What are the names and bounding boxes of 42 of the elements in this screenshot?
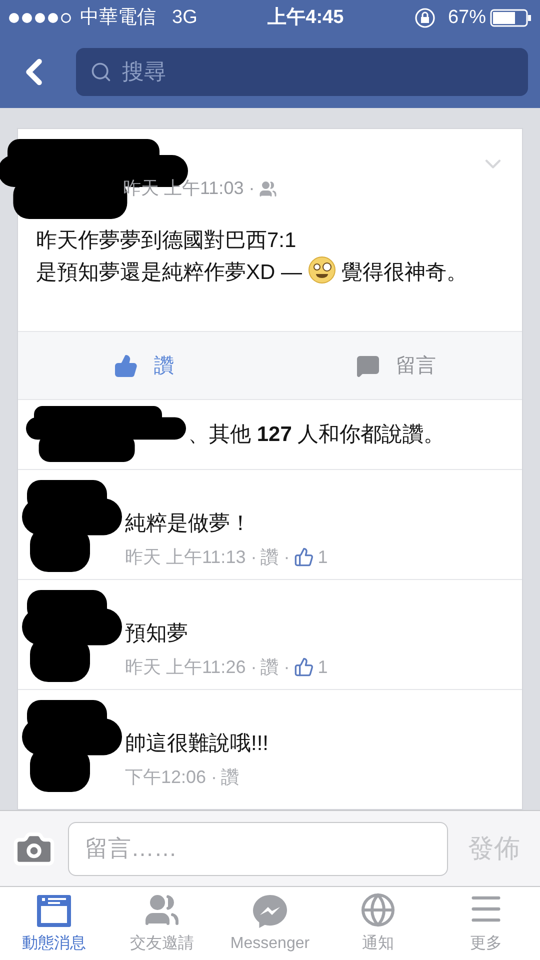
comment-button[interactable]: 留言: [270, 332, 522, 399]
audience-icon: [258, 180, 277, 198]
tab-bar-item[interactable]: 交友邀請: [108, 887, 216, 960]
like-count: 1: [318, 546, 328, 568]
news-feed-icon: [36, 894, 72, 928]
like-link[interactable]: 讚 ·: [260, 544, 290, 570]
tab-bar-item[interactable]: Messenger: [216, 887, 324, 960]
search-icon: [90, 61, 112, 83]
battery-percent: 67%: [448, 6, 486, 30]
thumbs-up-icon: [114, 354, 138, 378]
battery-icon: [490, 9, 532, 27]
like-link[interactable]: 讚 ·: [260, 654, 290, 680]
likes-summary: 、其他 127 人和你都說讚。: [188, 422, 445, 448]
tab-bar-item[interactable]: 通知: [324, 887, 432, 960]
messenger-icon: [252, 894, 288, 928]
rotation-lock-icon: [414, 7, 436, 29]
thumbs-up-icon: [294, 547, 314, 567]
comment-text: 預知夢: [125, 621, 189, 647]
feeling-text: 覺得很神奇。: [342, 261, 468, 284]
search-field[interactable]: 搜尋: [76, 48, 528, 96]
signal-icon: [8, 12, 72, 24]
speech-bubble-icon: [356, 354, 380, 378]
post-text: 是預知夢還是純粹作夢XD —: [36, 261, 302, 284]
thumbs-up-icon: [294, 657, 314, 677]
clock-text: 上午4:45: [268, 6, 344, 30]
like-button[interactable]: 讚: [18, 332, 270, 399]
globe-icon: [360, 892, 396, 928]
carrier-text: 中華電信: [80, 6, 156, 30]
post-text: 昨天作夢夢到德國對巴西7:1: [36, 228, 298, 254]
comment-time: 昨天 上午11:13 ·: [125, 546, 257, 568]
tab-bar-item[interactable]: 更多: [432, 887, 540, 960]
network-text: 3G: [172, 6, 198, 30]
comment-text: 純粹是做夢！: [125, 511, 252, 537]
comment-time: 昨天 上午11:26 ·: [125, 656, 257, 678]
like-count: 1: [318, 656, 328, 678]
comment-field[interactable]: 留言……: [68, 822, 448, 876]
emoji-icon: [308, 256, 336, 284]
friends-icon: [144, 892, 180, 928]
tab-bar-item[interactable]: 動態消息: [0, 887, 108, 960]
comment-text: 帥這很難說哦!!!: [125, 731, 269, 757]
comment-time: 下午12:06 ·: [125, 766, 218, 788]
like-link[interactable]: 讚: [221, 764, 240, 790]
